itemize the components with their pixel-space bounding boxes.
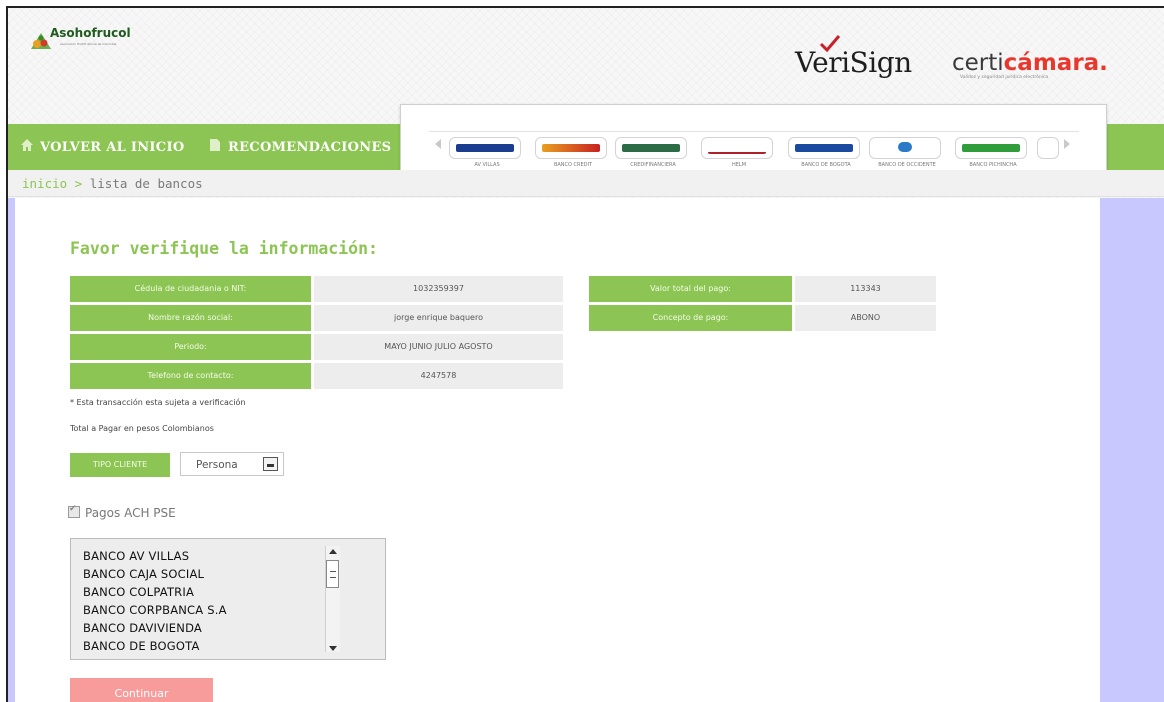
bank-mark — [962, 144, 1020, 152]
verisign-check-icon — [819, 35, 841, 52]
client-type-value: Persona — [196, 459, 238, 471]
listbox-scrollbar[interactable] — [325, 546, 340, 652]
carousel-bank-logo[interactable]: BANCO DE BOGOTA — [788, 137, 860, 168]
left-gutter — [8, 198, 15, 702]
certicamara-logo: certicámara. Validez y seguridad jurídic… — [952, 50, 1108, 80]
breadcrumb-home-link[interactable]: inicio > — [22, 176, 82, 191]
right-gutter — [1100, 198, 1164, 702]
payment-verification-panel: Favor verifique la información: Cédula d… — [15, 198, 1100, 702]
info-value: 4247578 — [314, 363, 563, 389]
nav-recommendations-label: RECOMENDACIONES — [228, 140, 392, 155]
info-label: Telefono de contacto: — [70, 363, 311, 389]
carousel-bank-logo-partial[interactable] — [1037, 137, 1059, 159]
bank-mark — [622, 144, 680, 152]
verisign-logo: VeriSign — [795, 35, 912, 79]
client-type-label: TIPO CLIENTE — [70, 453, 170, 477]
verification-note: * Esta transacción esta sujeta a verific… — [70, 398, 246, 407]
info-label: Periodo: — [70, 334, 311, 360]
home-icon — [21, 139, 33, 151]
bank-option[interactable]: BANCO AV VILLAS — [83, 549, 189, 563]
ach-pse-option[interactable]: Pagos ACH PSE — [68, 504, 176, 520]
document-icon — [210, 139, 220, 151]
bank-mark — [542, 144, 600, 152]
info-row: Valor total del pago: 113343 — [589, 276, 936, 302]
bank-mark — [898, 142, 912, 152]
bank-caption: AV VILLAS — [474, 162, 500, 168]
brand-name: Asohofrucol — [50, 26, 131, 40]
carousel-bank-logo[interactable]: AV VILLAS — [449, 137, 521, 168]
verisign-text: VeriSign — [795, 46, 912, 79]
bank-caption: BANCO DE OCCIDENTE — [878, 162, 936, 168]
page-title: Favor verifique la información: — [70, 239, 378, 258]
breadcrumb: inicio > lista de bancos — [8, 170, 1164, 197]
scroll-down-icon[interactable] — [329, 646, 337, 651]
bank-mark — [456, 144, 514, 152]
info-row: Periodo: MAYO JUNIO JULIO AGOSTO — [70, 334, 563, 360]
bank-caption: HELM — [731, 162, 747, 168]
scroll-up-icon[interactable] — [329, 549, 337, 554]
carousel-bank-logo[interactable]: BANCO DE OCCIDENTE — [869, 137, 941, 168]
info-value: MAYO JUNIO JULIO AGOSTO — [314, 334, 563, 360]
nav-home-link[interactable]: VOLVER AL INICIO — [20, 138, 184, 155]
bank-option[interactable]: BANCO CAJA SOCIAL — [83, 567, 204, 581]
carousel-next-icon[interactable] — [1064, 139, 1070, 149]
page-frame: Asohofrucol Asociación Hortifrutícola de… — [6, 6, 1164, 702]
bank-caption: BANCO PICHINCHA — [969, 162, 1017, 168]
bank-option[interactable]: BANCO DAVIVIENDA — [83, 621, 202, 635]
bank-mark — [708, 144, 766, 154]
carousel-bank-logo[interactable]: BANCO CREDIT — [535, 137, 607, 168]
info-row: Concepto de pago: ABONO — [589, 305, 936, 331]
breadcrumb-current: lista de bancos — [89, 176, 203, 191]
info-row: Nombre razón social: jorge enrique baque… — [70, 305, 563, 331]
nav-recommendations-link[interactable]: RECOMENDACIONES — [208, 138, 391, 155]
carousel-prev-icon[interactable] — [435, 139, 441, 149]
info-value: ABONO — [795, 305, 936, 331]
bank-option[interactable]: BANCO DE BOGOTA — [83, 639, 200, 653]
info-label: Valor total del pago: — [589, 276, 792, 302]
bank-mark — [795, 144, 853, 152]
bank-caption: CREDIFINANCIERA — [630, 162, 676, 168]
camara-text: cámara. — [1003, 50, 1108, 76]
bank-caption: BANCO CREDIT — [553, 162, 593, 168]
bank-option[interactable]: BANCO CORPBANCA S.A — [83, 603, 227, 617]
info-label: Nombre razón social: — [70, 305, 311, 331]
info-label: Concepto de pago: — [589, 305, 792, 331]
continue-button[interactable]: Continuar — [70, 678, 213, 702]
info-value: jorge enrique baquero — [314, 305, 563, 331]
bank-listbox[interactable]: BANCO AV VILLAS BANCO CAJA SOCIAL BANCO … — [70, 538, 386, 660]
scroll-thumb[interactable] — [326, 560, 339, 588]
carousel-bank-logo[interactable]: CREDIFINANCIERA — [615, 137, 687, 168]
info-value: 1032359397 — [314, 276, 563, 302]
asohofrucol-logo[interactable]: Asohofrucol Asociación Hortifrutícola de… — [30, 26, 142, 66]
info-row: Cédula de ciudadania o NIT: 1032359397 — [70, 276, 563, 302]
client-type-select[interactable]: Persona — [180, 452, 284, 476]
carousel-bank-logo[interactable]: HELM — [701, 137, 773, 168]
nav-home-label: VOLVER AL INICIO — [40, 140, 185, 155]
certi-text: certi — [952, 50, 1004, 76]
dropdown-arrow-icon[interactable] — [263, 457, 278, 471]
carousel-bank-logo[interactable]: BANCO PICHINCHA — [955, 137, 1027, 168]
ach-pse-label: Pagos ACH PSE — [85, 506, 176, 520]
fruit-logo-icon — [31, 33, 51, 49]
info-value: 113343 — [795, 276, 936, 302]
info-label: Cédula de ciudadania o NIT: — [70, 276, 311, 302]
brand-subtitle: Asociación Hortifrutícola de Colombia — [60, 42, 117, 46]
info-row: Telefono de contacto: 4247578 — [70, 363, 563, 389]
bank-option[interactable]: BANCO COLPATRIA — [83, 585, 194, 599]
ach-pse-checkbox[interactable] — [68, 504, 80, 518]
bank-caption: BANCO DE BOGOTA — [801, 162, 851, 168]
currency-note: Total a Pagar en pesos Colombianos — [70, 424, 214, 433]
